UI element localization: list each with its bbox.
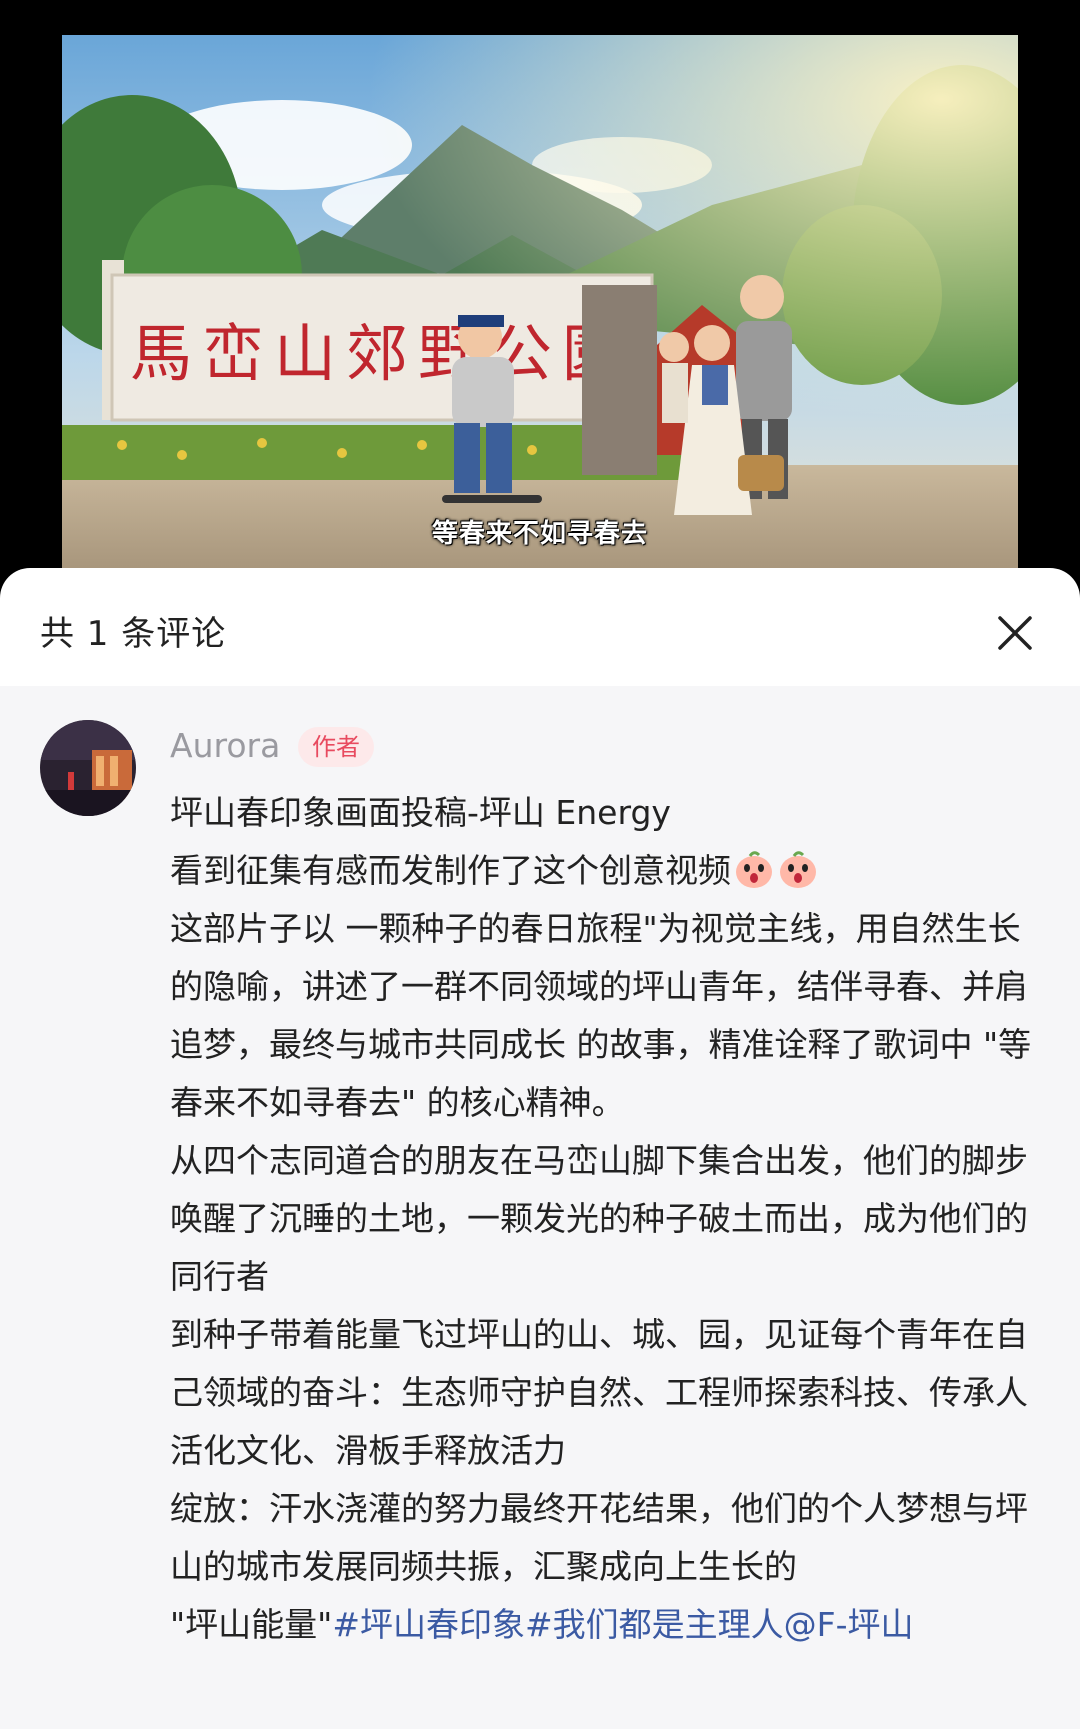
comment-last-line: "坪山能量"#坪山春印象#我们都是主理人@F-坪山 — [170, 1596, 1050, 1654]
comment-line: 这部片子以 一颗种子的春日旅程"为视觉主线，用自然生长的隐喻，讲述了一群不同领域… — [170, 909, 1032, 1122]
avatar[interactable] — [40, 720, 136, 816]
comments-count-title: 共 1 条评论 — [40, 614, 227, 654]
comment-line-with-emoji: 看到征集有感而发制作了这个创意视频 — [170, 842, 1050, 900]
close-icon — [998, 616, 1032, 650]
video-subtitle: 等春来不如寻春去 — [431, 519, 648, 549]
video-frame: 馬峦山郊野公園 — [62, 35, 1018, 570]
park-sign-text: 馬峦山郊野公園 — [130, 317, 634, 390]
close-button[interactable] — [990, 608, 1040, 658]
comment-line: 绽放：汗水浇灌的努力最终开花结果，他们的个人梦想与坪山的城市发展同频共振，汇聚成… — [170, 1489, 1028, 1586]
comment-item: Aurora 作者 坪山春印象画面投稿-坪山 Energy 看到征集有感而发制作… — [0, 686, 1080, 1729]
peach-face-emoji-icon — [736, 851, 772, 888]
comment-line-text: "坪山能量" — [170, 1605, 333, 1644]
comment-line: 从四个志同道合的朋友在马峦山脚下集合出发，他们的脚步唤醒了沉睡的土地，一颗发光的… — [170, 1141, 1028, 1296]
comment-line-text: 看到征集有感而发制作了这个创意视频 — [170, 851, 731, 890]
mention-link[interactable]: @F-坪山 — [784, 1605, 914, 1644]
comment-text: 坪山春印象画面投稿-坪山 Energy 看到征集有感而发制作了这个创意视频 这部… — [170, 784, 1050, 1654]
hashtag-link[interactable]: #我们都是主理人 — [525, 1605, 784, 1644]
comments-sheet: 共 1 条评论 Aurora 作者 坪山春印象画面投稿-坪山 Energy 看到… — [0, 568, 1080, 1729]
comment-username[interactable]: Aurora — [170, 726, 280, 765]
author-badge: 作者 — [298, 727, 374, 767]
video-player[interactable]: 馬峦山郊野公園 等春来不如寻春去 — [62, 35, 1018, 570]
comments-header: 共 1 条评论 — [0, 568, 1080, 686]
comment-line: 到种子带着能量飞过坪山的山、城、园，见证每个青年在自己领域的奋斗：生态师守护自然… — [170, 1315, 1028, 1470]
avatar-image — [40, 720, 136, 816]
hashtag-link[interactable]: #坪山春印象 — [332, 1605, 525, 1644]
comment-line: 坪山春印象画面投稿-坪山 Energy — [170, 793, 671, 832]
peach-face-emoji-icon — [780, 851, 816, 888]
